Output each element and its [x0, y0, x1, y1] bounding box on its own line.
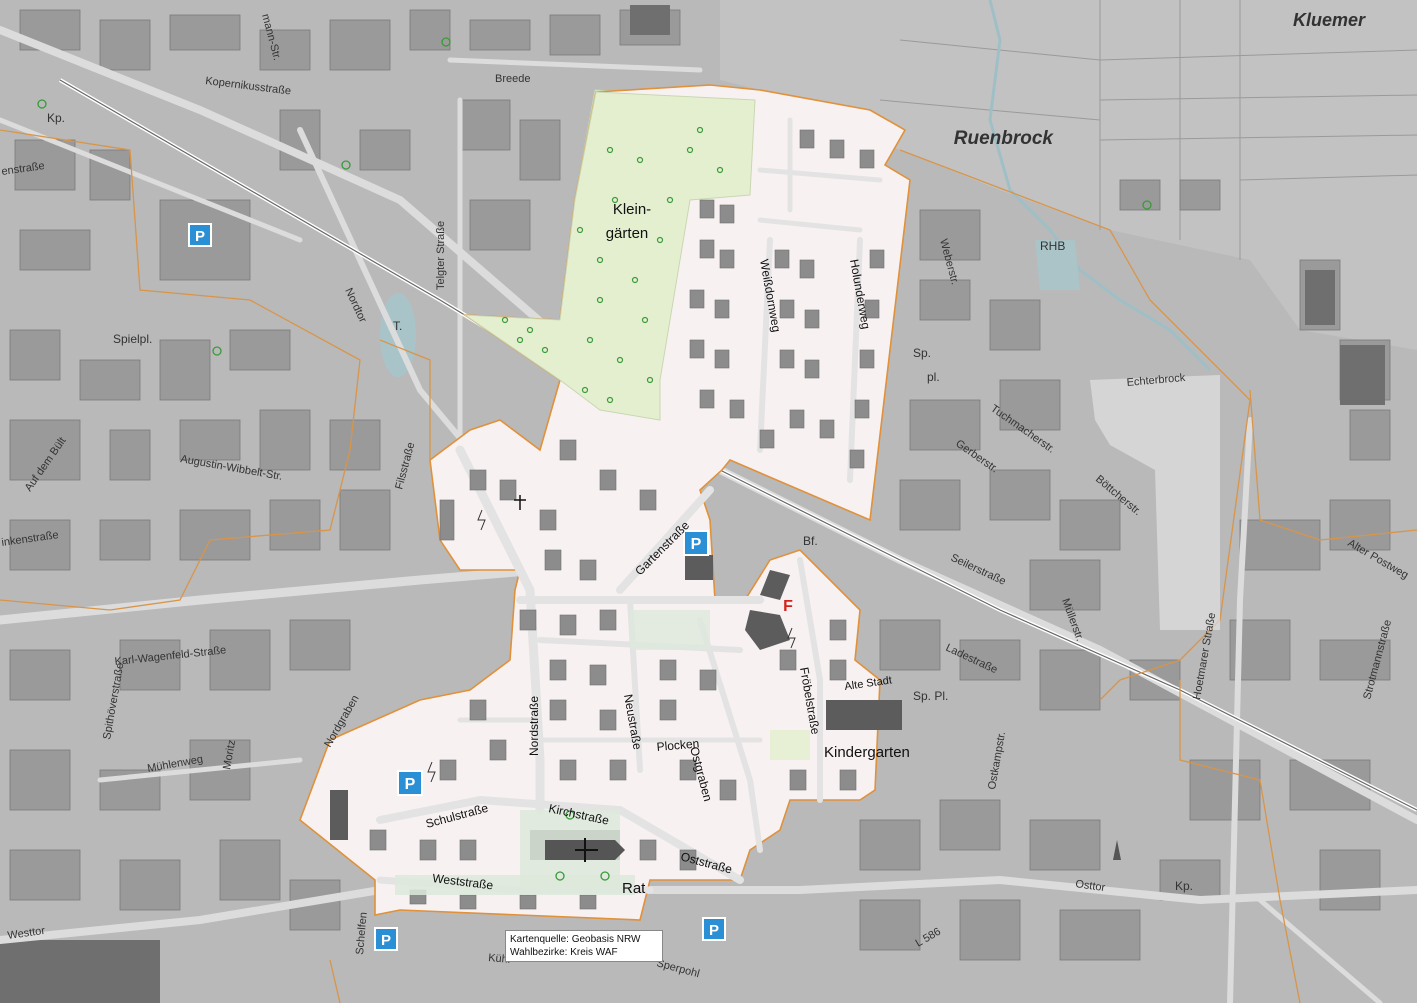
- label-sp: Sp.: [913, 346, 931, 360]
- label-kindergarten: Kindergarten: [824, 744, 910, 761]
- label-t: T.: [393, 319, 402, 333]
- label-kleingarten-1: Klein-: [613, 201, 651, 218]
- green-patch-2: [770, 730, 810, 760]
- green-strip: [395, 875, 635, 895]
- green-patch: [630, 610, 710, 650]
- label-kluemer: Kluemer: [1293, 10, 1366, 30]
- svg-text:P: P: [691, 536, 702, 553]
- map-credit-box: Kartenquelle: Geobasis NRW Wahlbezirke: …: [505, 930, 663, 962]
- svg-text:P: P: [195, 228, 205, 245]
- svg-text:P: P: [405, 776, 416, 793]
- street-label: Telgter Straße: [435, 221, 447, 290]
- street-label: Nordstraße: [527, 696, 541, 756]
- church-icon: [545, 838, 625, 862]
- svg-text:P: P: [709, 922, 719, 939]
- fire-station-label: F: [783, 598, 793, 615]
- label-rat: Rat: [622, 880, 646, 897]
- map-canvas[interactable]: P P P P P F Kluemer Ruenbrock Klein- gär…: [0, 0, 1417, 1003]
- label-bf: Bf.: [803, 534, 818, 548]
- street-label: Breede: [495, 73, 530, 85]
- label-pl: pl.: [927, 370, 940, 384]
- svg-text:P: P: [381, 932, 391, 949]
- label-ruenbrock: Ruenbrock: [954, 128, 1055, 149]
- label-sp-pl: Sp. Pl.: [913, 689, 948, 703]
- label-kleingarten-2: gärten: [606, 225, 649, 242]
- label-kp-2: Kp.: [1175, 879, 1193, 893]
- label-spielpl: Spielpl.: [113, 332, 152, 346]
- label-kp-1: Kp.: [47, 111, 65, 125]
- label-rhb: RHB: [1040, 239, 1065, 253]
- credit-line-source: Kartenquelle: Geobasis NRW: [510, 934, 641, 945]
- credit-line-districts: Wahlbezirke: Kreis WAF: [510, 947, 618, 958]
